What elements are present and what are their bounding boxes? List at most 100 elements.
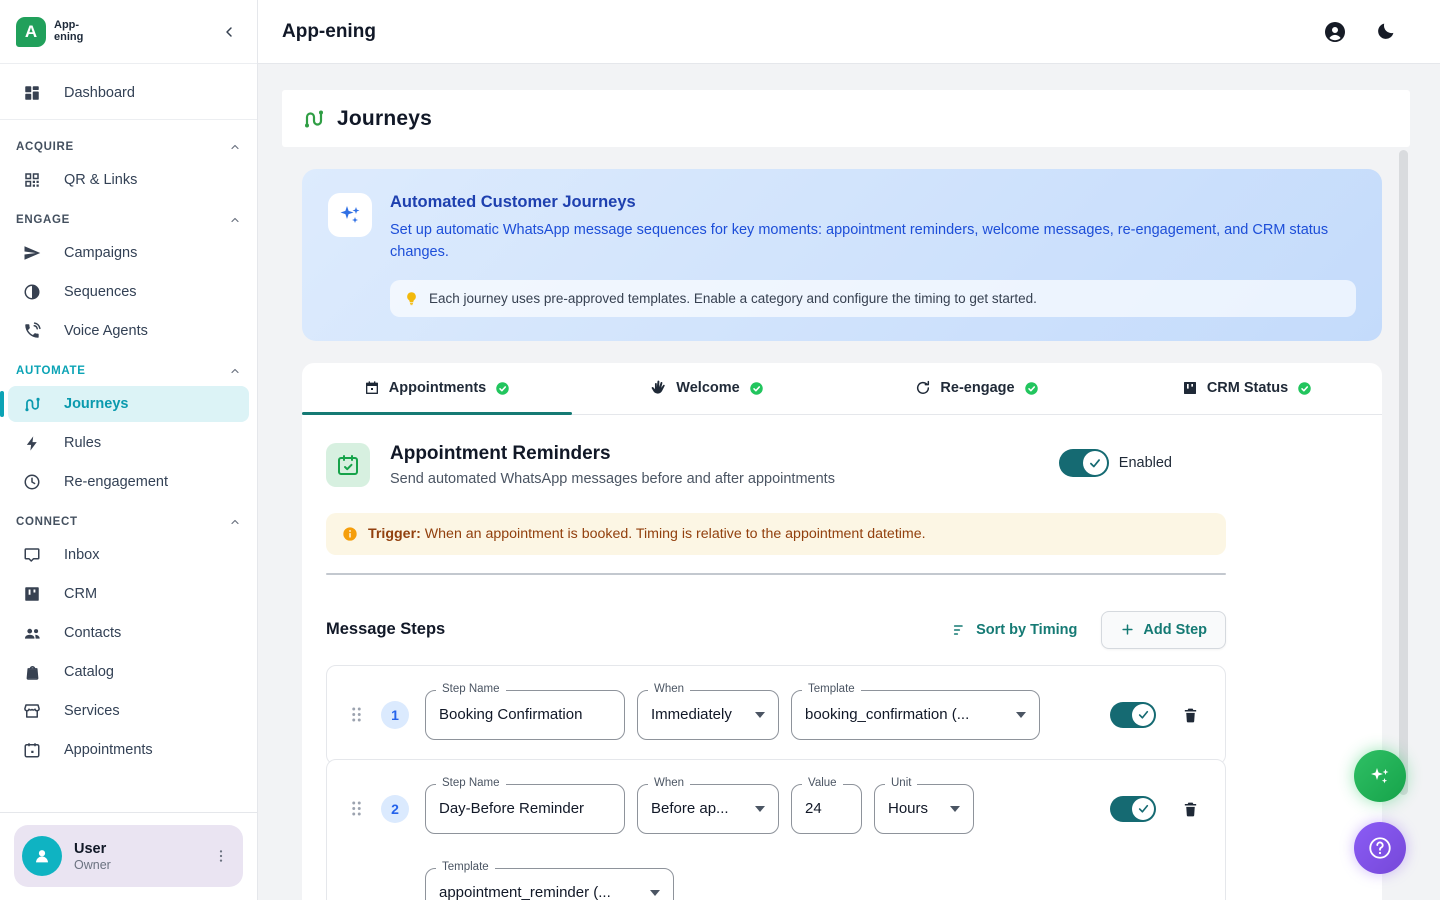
dashboard-icon	[22, 84, 42, 102]
sidebar-item-contacts[interactable]: Contacts	[8, 615, 249, 651]
section-header-automate[interactable]: AUTOMATE	[8, 352, 249, 383]
template-select[interactable]: Template appointment_reminder (...	[425, 868, 674, 900]
step-enabled-toggle[interactable]	[1110, 796, 1156, 822]
route-icon	[22, 395, 42, 414]
sidebar-item-inbox[interactable]: Inbox	[8, 537, 249, 573]
user-name: User	[74, 841, 197, 857]
check-badge-icon	[1297, 381, 1312, 396]
check-icon	[1137, 708, 1150, 721]
step-name-input[interactable]	[439, 800, 611, 817]
page-title: Journeys	[337, 107, 432, 131]
trigger-info-bar: Trigger: When an appointment is booked. …	[326, 513, 1226, 555]
when-select[interactable]: When Before ap...	[637, 784, 779, 834]
more-options-icon[interactable]	[209, 844, 233, 868]
storefront-icon	[22, 702, 42, 720]
moon-icon[interactable]	[1375, 21, 1396, 42]
unit-select[interactable]: Unit Hours	[874, 784, 974, 834]
delete-step-icon[interactable]	[1182, 706, 1199, 724]
category-tabs: Appointments Welcome Re-engage CRM Statu…	[302, 363, 1382, 415]
section-header-connect[interactable]: CONNECT	[8, 503, 249, 534]
tab-crm-status[interactable]: CRM Status	[1112, 363, 1382, 414]
calendar-check-icon	[326, 443, 370, 487]
sidebar-item-label: Appointments	[64, 742, 153, 758]
plus-icon	[1120, 622, 1135, 637]
sidebar-item-qr-links[interactable]: QR & Links	[8, 162, 249, 198]
section-header-acquire[interactable]: ACQUIRE	[8, 128, 249, 159]
step-name-field[interactable]: Step Name	[425, 784, 625, 834]
app-logo: A App-ening	[16, 17, 83, 47]
sort-by-timing-button[interactable]: Sort by Timing	[952, 622, 1077, 638]
sidebar-item-catalog[interactable]: Catalog	[8, 654, 249, 690]
sidebar-item-label: Services	[64, 703, 120, 719]
sparkles-icon	[328, 193, 372, 237]
value-input[interactable]	[805, 800, 848, 817]
chevron-down-icon	[650, 890, 660, 896]
chevron-left-icon	[221, 24, 237, 40]
sidebar-item-label: Sequences	[64, 284, 137, 300]
app-logo-text: App-ening	[54, 20, 83, 43]
journeys-panel: Appointments Welcome Re-engage CRM Statu…	[302, 363, 1382, 900]
sparkles-icon	[1368, 764, 1392, 788]
drag-handle-icon[interactable]	[351, 706, 365, 723]
step-name-input[interactable]	[439, 706, 611, 723]
send-icon	[22, 244, 42, 262]
step-enabled-toggle[interactable]	[1110, 702, 1156, 728]
page-content: Journeys Automated Customer Journeys Set…	[258, 64, 1440, 900]
sidebar-item-label: Catalog	[64, 664, 114, 680]
value-field[interactable]: Value	[791, 784, 862, 834]
sidebar-item-label: Contacts	[64, 625, 121, 641]
sidebar-item-re-engagement[interactable]: Re-engagement	[8, 464, 249, 500]
scrollbar[interactable]	[1399, 150, 1408, 795]
sidebar: A App-ening Dashboard ACQUIRE QR & Links	[0, 0, 258, 900]
chevron-up-icon	[229, 516, 241, 528]
sidebar-item-voice-agents[interactable]: Voice Agents	[8, 313, 249, 349]
kanban-icon	[1182, 380, 1198, 396]
chevron-down-icon	[1016, 712, 1026, 718]
sidebar-item-label: Journeys	[64, 396, 128, 412]
when-select[interactable]: When Immediately	[637, 690, 779, 740]
trigger-text: When an appointment is booked. Timing is…	[421, 526, 926, 542]
sidebar-collapse-button[interactable]	[217, 20, 241, 44]
tab-re-engage[interactable]: Re-engage	[842, 363, 1112, 414]
template-select[interactable]: Template booking_confirmation (...	[791, 690, 1040, 740]
people-icon	[22, 624, 42, 643]
tab-welcome[interactable]: Welcome	[572, 363, 842, 414]
banner-title: Automated Customer Journeys	[390, 193, 1356, 212]
calendar-icon	[364, 380, 380, 396]
check-badge-icon	[495, 381, 510, 396]
sidebar-item-dashboard[interactable]: Dashboard	[8, 75, 249, 111]
sidebar-item-sequences[interactable]: Sequences	[8, 274, 249, 310]
user-circle-icon[interactable]	[1323, 20, 1347, 44]
sidebar-item-crm[interactable]: CRM	[8, 576, 249, 612]
divider	[0, 119, 257, 120]
sidebar-item-journeys[interactable]: Journeys	[8, 386, 249, 422]
sidebar-item-rules[interactable]: Rules	[8, 425, 249, 461]
sidebar-item-label: Voice Agents	[64, 323, 148, 339]
page-title-bar: Journeys	[282, 90, 1410, 147]
user-card[interactable]: User Owner	[14, 825, 243, 887]
tab-appointments[interactable]: Appointments	[302, 363, 572, 414]
check-icon	[1137, 802, 1150, 815]
ai-assistant-fab[interactable]	[1354, 750, 1406, 802]
category-enabled-toggle[interactable]	[1059, 449, 1109, 477]
section-header-engage[interactable]: ENGAGE	[8, 201, 249, 232]
delete-step-icon[interactable]	[1182, 800, 1199, 818]
chevron-up-icon	[229, 365, 241, 377]
app-logo-icon: A	[16, 17, 46, 47]
sidebar-item-services[interactable]: Services	[8, 693, 249, 729]
step-name-field[interactable]: Step Name	[425, 690, 625, 740]
sidebar-header: A App-ening	[0, 0, 257, 64]
sidebar-item-appointments[interactable]: Appointments	[8, 732, 249, 768]
check-badge-icon	[749, 381, 764, 396]
kanban-icon	[22, 585, 42, 603]
section-title: Appointment Reminders	[390, 443, 1039, 465]
check-badge-icon	[1024, 381, 1039, 396]
sidebar-item-label: Re-engagement	[64, 474, 168, 490]
sidebar-item-label: CRM	[64, 586, 97, 602]
help-fab[interactable]	[1354, 822, 1406, 874]
sidebar-item-campaigns[interactable]: Campaigns	[8, 235, 249, 271]
drag-handle-icon[interactable]	[351, 800, 365, 817]
add-step-button[interactable]: Add Step	[1101, 611, 1226, 649]
topbar: App-ening	[258, 0, 1440, 64]
step-row-1: 1 Step Name When Immediately	[326, 665, 1226, 765]
